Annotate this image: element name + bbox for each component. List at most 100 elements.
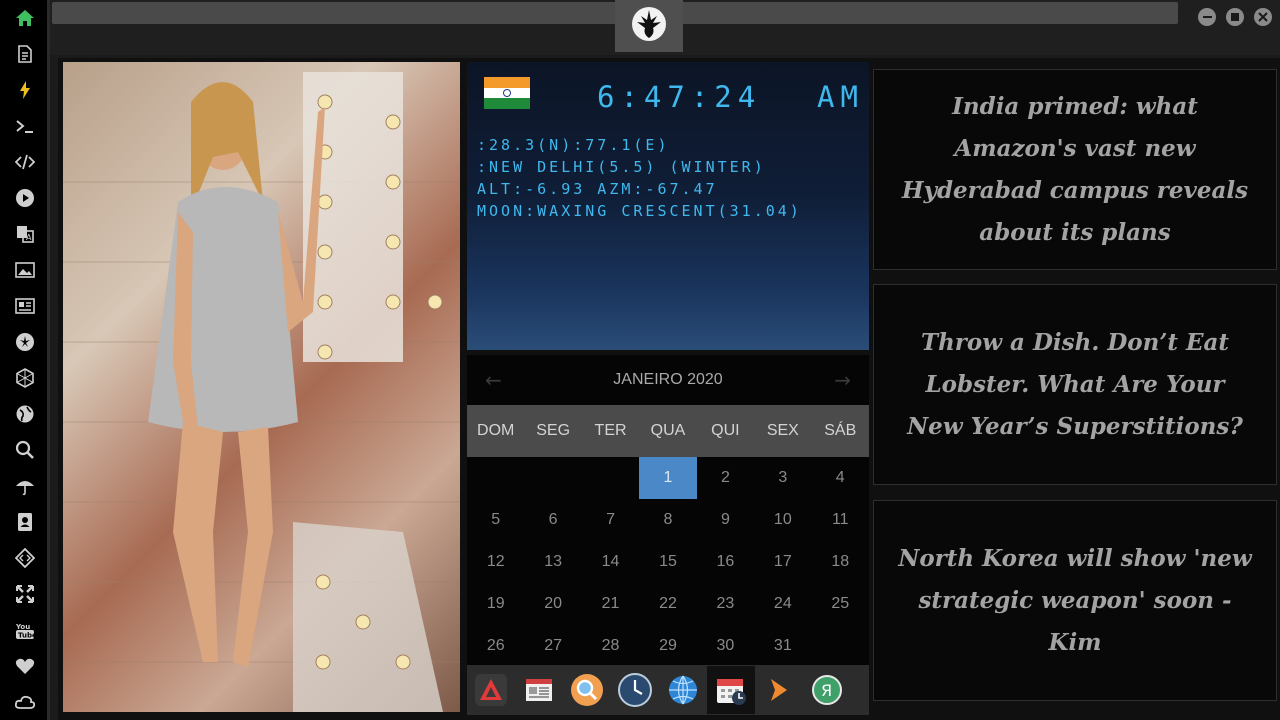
search-icon (15, 440, 34, 459)
sidebar-item-diamond-code[interactable] (0, 540, 50, 576)
play-icon (16, 189, 34, 207)
calendar-day[interactable]: 9 (697, 499, 754, 541)
calendar-day[interactable]: 30 (697, 625, 754, 667)
calendar-day[interactable]: 2 (697, 457, 754, 499)
india-flag-icon (484, 77, 530, 109)
calendar-day[interactable]: 7 (582, 499, 639, 541)
calendar-day[interactable]: 14 (582, 541, 639, 583)
dock-launcher[interactable] (467, 666, 515, 714)
weekday-label: SEX (766, 422, 799, 439)
calendar-day[interactable]: 27 (524, 625, 581, 667)
calendar-day (467, 457, 524, 499)
calendar-day[interactable]: 6 (524, 499, 581, 541)
sidebar-item-expand[interactable] (0, 576, 50, 612)
logo-tab[interactable] (615, 0, 683, 52)
weekday-label: TER (594, 422, 627, 439)
calendar-day[interactable]: 21 (582, 583, 639, 625)
calendar-widget: ← JANEIRO 2020 → DOM SEG TER QUA QUI SEX… (467, 355, 869, 665)
news-headline: North Korea will show 'new strategic wea… (898, 544, 1252, 656)
calendar-day (812, 625, 869, 667)
calendar-day[interactable]: 31 (754, 625, 811, 667)
calendar-day[interactable]: 12 (467, 541, 524, 583)
dock-newspaper[interactable] (515, 666, 563, 714)
sidebar-item-home[interactable] (0, 0, 50, 36)
maximize-icon (1231, 13, 1239, 21)
sidebar-item-hexagon[interactable] (0, 360, 50, 396)
forward-arrow-icon (771, 679, 787, 701)
news-card[interactable]: North Korea will show 'new strategic wea… (873, 500, 1277, 701)
sidebar-item-code[interactable] (0, 144, 50, 180)
calendar-day[interactable]: 18 (812, 541, 869, 583)
calendar-day-selected[interactable]: 1 (639, 457, 697, 499)
minimize-button[interactable] (1198, 8, 1216, 26)
sidebar-item-heart[interactable] (0, 648, 50, 684)
calendar-day[interactable]: 11 (812, 499, 869, 541)
sidebar-item-image[interactable] (0, 252, 50, 288)
sidebar-item-globe[interactable] (0, 396, 50, 432)
launcher-icon (475, 674, 507, 706)
newspaper-app-icon (526, 679, 552, 701)
sidebar-item-umbrella[interactable] (0, 468, 50, 504)
close-button[interactable] (1254, 8, 1272, 26)
calendar-day[interactable]: 3 (754, 457, 811, 499)
sidebar-item-lightning[interactable] (0, 72, 50, 108)
news-card[interactable]: India primed: what Amazon's vast new Hyd… (873, 69, 1277, 270)
clock-time: 6:47:24 (597, 80, 762, 114)
maximize-button[interactable] (1226, 8, 1244, 26)
diamond-code-icon (15, 548, 35, 568)
rebel-icon (16, 333, 34, 351)
sidebar-item-news[interactable] (0, 288, 50, 324)
dock-forward[interactable] (755, 666, 803, 714)
calendar-day[interactable]: 20 (524, 583, 581, 625)
world-clock-widget: 6:47:24 AM :28.3(N):77.1(E) :NEW DELHI(5… (467, 62, 869, 350)
calendar-day[interactable]: 23 (697, 583, 754, 625)
dock-clock[interactable] (611, 666, 659, 714)
calendar-day[interactable]: 22 (639, 583, 696, 625)
contact-icon (18, 513, 32, 531)
calendar-day[interactable]: 19 (467, 583, 524, 625)
sidebar-item-document[interactable] (0, 36, 50, 72)
sidebar-item-play[interactable] (0, 180, 50, 216)
dock-calendar[interactable] (707, 666, 755, 714)
weekday-label: SÁB (824, 422, 857, 439)
calendar-day[interactable]: 29 (639, 625, 696, 667)
globe-icon (16, 405, 34, 423)
clock-coordinates: :28.3(N):77.1(E) (477, 136, 670, 154)
calendar-day[interactable]: 28 (582, 625, 639, 667)
calendar-week-row: 12 13 14 15 16 17 18 (467, 541, 869, 583)
sidebar-item-translate[interactable]: A (0, 216, 50, 252)
sidebar-item-rebel[interactable] (0, 324, 50, 360)
calendar-day[interactable]: 16 (697, 541, 754, 583)
news-icon (15, 298, 35, 314)
dock-yandex[interactable]: Я (803, 666, 851, 714)
dock-search[interactable] (563, 666, 611, 714)
calendar-day-grid: 1 2 3 4 5 6 7 8 9 10 11 12 13 14 15 16 1… (467, 457, 869, 667)
expand-icon (16, 585, 34, 603)
code-icon (15, 154, 35, 170)
dock-browser[interactable] (659, 666, 707, 714)
news-card[interactable]: Throw a Dish. Don’t Eat Lobster. What Ar… (873, 284, 1277, 485)
news-headline: India primed: what Amazon's vast new Hyd… (901, 92, 1249, 246)
prev-month-arrow-icon[interactable]: ← (485, 368, 502, 392)
calendar-day[interactable]: 4 (812, 457, 869, 499)
calendar-day[interactable]: 10 (754, 499, 811, 541)
calendar-day[interactable]: 17 (754, 541, 811, 583)
calendar-day[interactable]: 26 (467, 625, 524, 667)
calendar-day[interactable]: 24 (754, 583, 811, 625)
calendar-day[interactable]: 13 (524, 541, 581, 583)
calendar-day[interactable]: 25 (812, 583, 869, 625)
calendar-week-row: 5 6 7 8 9 10 11 (467, 499, 869, 541)
calendar-day[interactable]: 5 (467, 499, 524, 541)
sidebar-item-terminal[interactable] (0, 108, 50, 144)
wallpaper-photo (63, 62, 460, 712)
calendar-month-title: JANEIRO 2020 (613, 371, 723, 388)
heart-icon (15, 658, 35, 674)
calendar-day[interactable]: 15 (639, 541, 696, 583)
image-icon (15, 262, 35, 278)
sidebar-item-contact[interactable] (0, 504, 50, 540)
calendar-day[interactable]: 8 (639, 499, 696, 541)
next-month-arrow-icon[interactable]: → (834, 368, 851, 392)
sidebar-item-cloud[interactable] (0, 684, 50, 720)
sidebar-item-search[interactable] (0, 432, 50, 468)
sidebar-item-youtube[interactable]: You Tube (0, 612, 50, 648)
